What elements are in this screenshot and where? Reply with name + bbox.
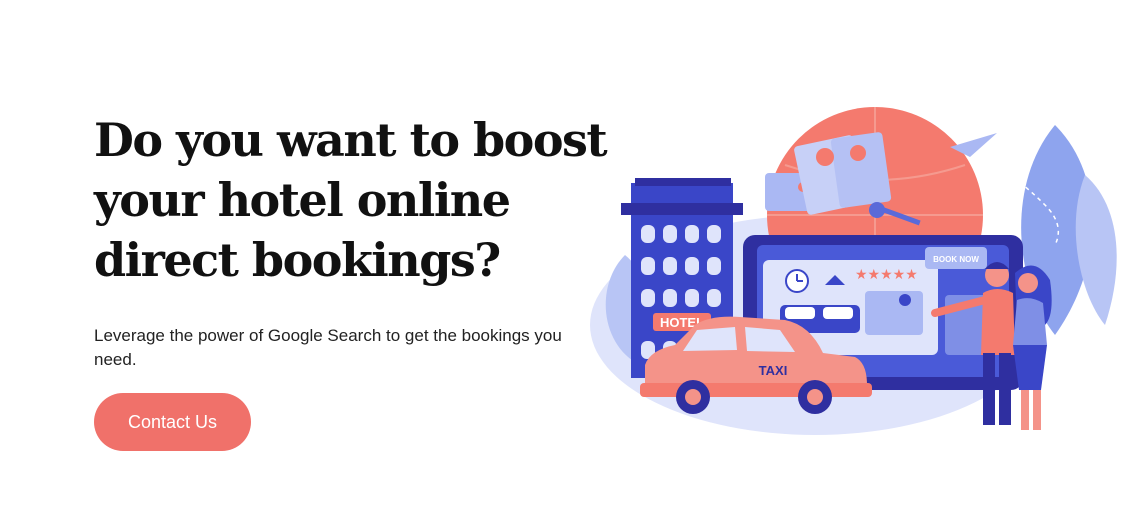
hero-text: Do you want to boost your hotel online d… <box>94 110 608 372</box>
hotel-booking-illustration: HOTEL ★★★★★ BOOK NOW TAXI <box>590 107 1117 435</box>
user-icon <box>899 294 911 306</box>
hero-title-line-2: your hotel online <box>94 173 511 227</box>
hero-title-line-3: direct bookings? <box>94 233 501 287</box>
hero-title: Do you want to boost your hotel online d… <box>94 110 608 290</box>
rating-stars: ★★★★★ <box>855 267 918 283</box>
contact-us-button[interactable]: Contact Us <box>94 393 251 451</box>
hero-subtitle: Leverage the power of Google Search to g… <box>94 326 562 369</box>
hero-title-line-1: Do you want to boost <box>94 113 608 167</box>
taxi-sign-label: TAXI <box>759 363 788 378</box>
book-now-label: BOOK NOW <box>933 255 979 264</box>
